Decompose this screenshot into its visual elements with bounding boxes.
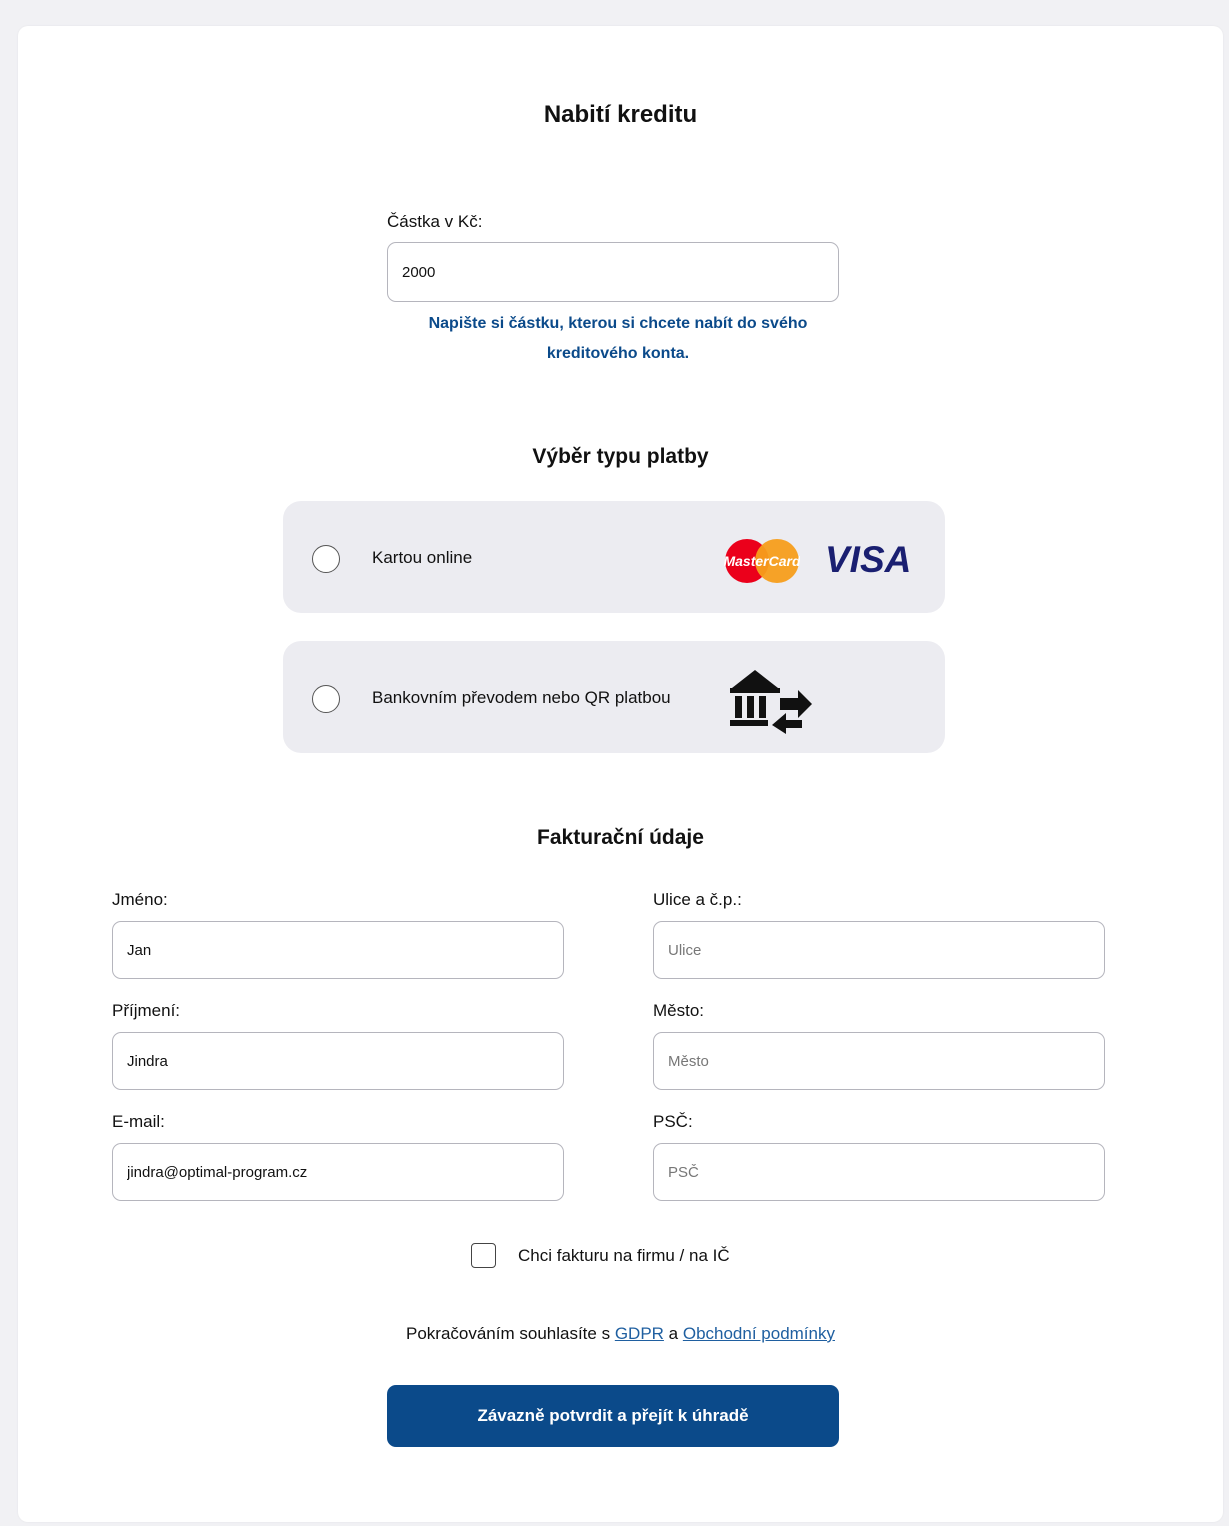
last-name-input[interactable]	[112, 1032, 564, 1090]
street-input[interactable]	[653, 921, 1105, 979]
visa-logo-icon: VISA	[825, 539, 912, 580]
amount-hint-line2: kreditového konta.	[546, 345, 690, 362]
city-label: Město:	[653, 1001, 705, 1020]
street-label: Ulice a č.p.:	[653, 890, 742, 909]
zip-label: PSČ:	[653, 1112, 693, 1131]
first-name-input[interactable]	[112, 921, 564, 979]
card-option-label: Kartou online	[372, 548, 473, 567]
gdpr-link[interactable]: GDPR	[615, 1324, 664, 1343]
consent-middle: a	[663, 1324, 683, 1343]
bank-transfer-icon	[730, 670, 812, 734]
bank-option-label: Bankovním převodem nebo QR platbou	[372, 688, 671, 707]
email-label: E-mail:	[112, 1112, 165, 1131]
amount-label: Částka v Kč:	[387, 212, 483, 231]
amount-input[interactable]	[387, 242, 839, 302]
mastercard-text: MasterCard	[724, 553, 800, 569]
payment-heading: Výběr typu platby	[532, 445, 709, 468]
email-input[interactable]	[112, 1143, 564, 1201]
bank-radio[interactable]	[312, 685, 340, 713]
consent-text: Pokračováním souhlasíte s GDPR a Obchodn…	[18, 1324, 1223, 1344]
mastercard-logo-icon: MasterCard	[724, 539, 800, 583]
payment-option-bank[interactable]: Bankovním převodem nebo QR platbou	[283, 641, 945, 753]
billing-heading: Fakturační údaje	[537, 826, 704, 849]
city-input[interactable]	[653, 1032, 1105, 1090]
zip-input[interactable]	[653, 1143, 1105, 1201]
page-title: Nabití kreditu	[543, 101, 698, 128]
topup-card: Nabití kreditu Částka v Kč: Napište si č…	[18, 26, 1223, 1522]
first-name-label: Jméno:	[112, 890, 168, 909]
last-name-label: Příjmení:	[112, 1001, 181, 1020]
company-invoice-checkbox[interactable]	[471, 1243, 496, 1268]
consent-prefix: Pokračováním souhlasíte s	[405, 1324, 615, 1343]
card-radio[interactable]	[312, 545, 340, 573]
terms-link[interactable]: Obchodní podmínky	[683, 1324, 835, 1343]
payment-option-card[interactable]: Kartou online MasterCard VISA	[283, 501, 945, 613]
submit-button[interactable]: Závazně potvrdit a přejít k úhradě	[387, 1385, 839, 1447]
company-invoice-label[interactable]: Chci fakturu na firmu / na IČ	[518, 1246, 730, 1266]
amount-hint-line1: Napište si částku, kterou si chcete nabí…	[428, 315, 808, 332]
